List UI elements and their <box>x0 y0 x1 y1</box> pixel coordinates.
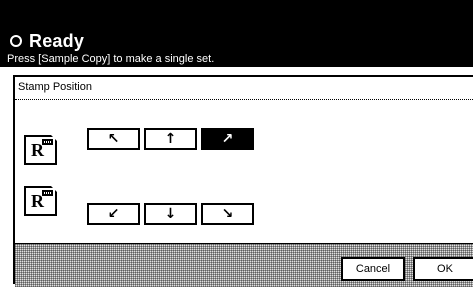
position-bottom-center-button[interactable]: ↓ <box>144 203 197 225</box>
paper-letter: R <box>31 191 44 211</box>
arrow-bottom-right-icon: ↘ <box>221 206 234 222</box>
copier-screen: Ready Press [Sample Copy] to make a sing… <box>0 0 473 287</box>
paper-top-stamp-icon: R <box>24 135 57 165</box>
arrow-bottom-center-icon: ↓ <box>164 206 177 222</box>
ready-circle-icon <box>10 35 22 47</box>
status-hint: Press [Sample Copy] to make a single set… <box>7 53 215 65</box>
arrow-top-center-icon: ↑ <box>164 131 177 147</box>
stamp-position-panel: Stamp Position R ↖ ↑ ↗ R ↙ ↓ ↘ Cancel OK <box>13 75 473 287</box>
status-header: Ready Press [Sample Copy] to make a sing… <box>0 0 473 67</box>
position-bottom-right-button[interactable]: ↘ <box>201 203 254 225</box>
status-title: Ready <box>29 30 85 51</box>
panel-divider <box>15 99 473 100</box>
panel-title: Stamp Position <box>18 81 92 93</box>
top-position-row: ↖ ↑ ↗ <box>87 128 258 150</box>
paper-letter: R <box>31 140 44 160</box>
cancel-button[interactable]: Cancel <box>341 257 405 281</box>
position-top-right-button[interactable]: ↗ <box>201 128 254 150</box>
position-top-center-button[interactable]: ↑ <box>144 128 197 150</box>
arrow-top-left-icon: ↖ <box>107 131 120 147</box>
position-top-left-button[interactable]: ↖ <box>87 128 140 150</box>
arrow-top-right-icon: ↗ <box>221 131 234 147</box>
position-bottom-left-button[interactable]: ↙ <box>87 203 140 225</box>
ok-button[interactable]: OK <box>413 257 473 281</box>
paper-bottom-stamp-icon: R <box>24 186 57 216</box>
action-bar: Cancel OK <box>15 243 473 287</box>
arrow-bottom-left-icon: ↙ <box>107 206 120 222</box>
bottom-position-row: ↙ ↓ ↘ <box>87 203 258 225</box>
ready-row: Ready <box>10 30 84 52</box>
